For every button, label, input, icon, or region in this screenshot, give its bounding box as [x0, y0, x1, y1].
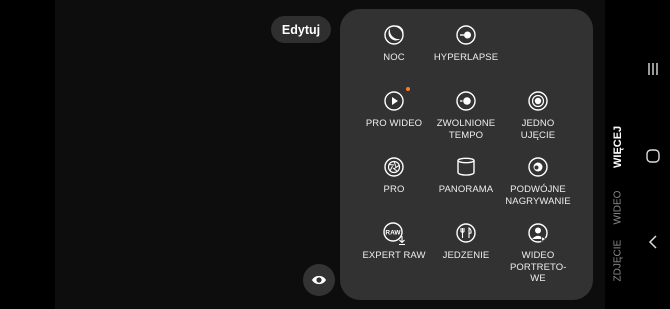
tab-photo[interactable]: ZDJĘCIE	[613, 240, 624, 282]
pro-video-icon	[382, 87, 410, 113]
food-icon	[454, 221, 478, 245]
back-icon	[648, 235, 657, 249]
mode-label: PRO	[383, 184, 405, 195]
mode-label: PANORAMA	[438, 184, 494, 195]
tab-more[interactable]: WIĘCEJ	[612, 126, 624, 168]
portrait-video-icon	[526, 221, 550, 245]
mode-label: EXPERT RAW	[362, 250, 426, 261]
mode-tabs: WIĘCEJ WIDEO ZDJĘCIE	[604, 0, 632, 309]
mode-hyperlapse[interactable]: HYPERLAPSE	[424, 23, 508, 64]
mode-single-take[interactable]: JEDNO UJĘCIE	[496, 89, 580, 141]
tab-video[interactable]: WIDEO	[613, 191, 624, 225]
single-take-icon	[526, 89, 550, 113]
mode-label: JEDZENIE	[442, 250, 490, 261]
new-indicator	[406, 87, 410, 91]
system-nav-bar	[635, 0, 670, 309]
mode-label: HYPERLAPSE	[433, 52, 499, 63]
home-icon	[646, 149, 660, 163]
home-button[interactable]	[643, 146, 663, 166]
aperture-icon	[382, 155, 406, 179]
recents-button[interactable]	[643, 59, 663, 79]
preview-toggle-button[interactable]	[303, 264, 335, 296]
mode-label: NOC	[383, 52, 405, 63]
mode-label: PODWÓJNE NAGRYWANIE	[505, 184, 571, 207]
mode-label: PRO WIDEO	[365, 118, 423, 129]
panorama-icon	[454, 155, 478, 179]
more-modes-panel: NOC HYPERLAPSE PRO WIDEO ZWOLNIONE TEMPO…	[340, 9, 593, 300]
mode-label: WIDEO PORTRETO-WE	[510, 250, 567, 284]
back-button[interactable]	[643, 232, 663, 252]
dual-recording-icon	[526, 155, 550, 179]
mode-label: JEDNO UJĘCIE	[520, 118, 556, 141]
mode-portrait-video[interactable]: WIDEO PORTRETO-WE	[496, 221, 580, 285]
mode-dual-recording[interactable]: PODWÓJNE NAGRYWANIE	[496, 155, 580, 207]
recents-icon	[648, 63, 658, 75]
hyperlapse-icon	[454, 23, 478, 47]
eye-icon	[312, 275, 326, 285]
mode-label: ZWOLNIONE TEMPO	[436, 118, 496, 141]
svg-text:RAW: RAW	[385, 230, 401, 237]
moon-icon	[382, 23, 406, 47]
slow-motion-icon	[454, 89, 478, 113]
expert-raw-icon: RAW	[382, 221, 406, 245]
edit-button[interactable]: Edytuj	[271, 16, 331, 43]
